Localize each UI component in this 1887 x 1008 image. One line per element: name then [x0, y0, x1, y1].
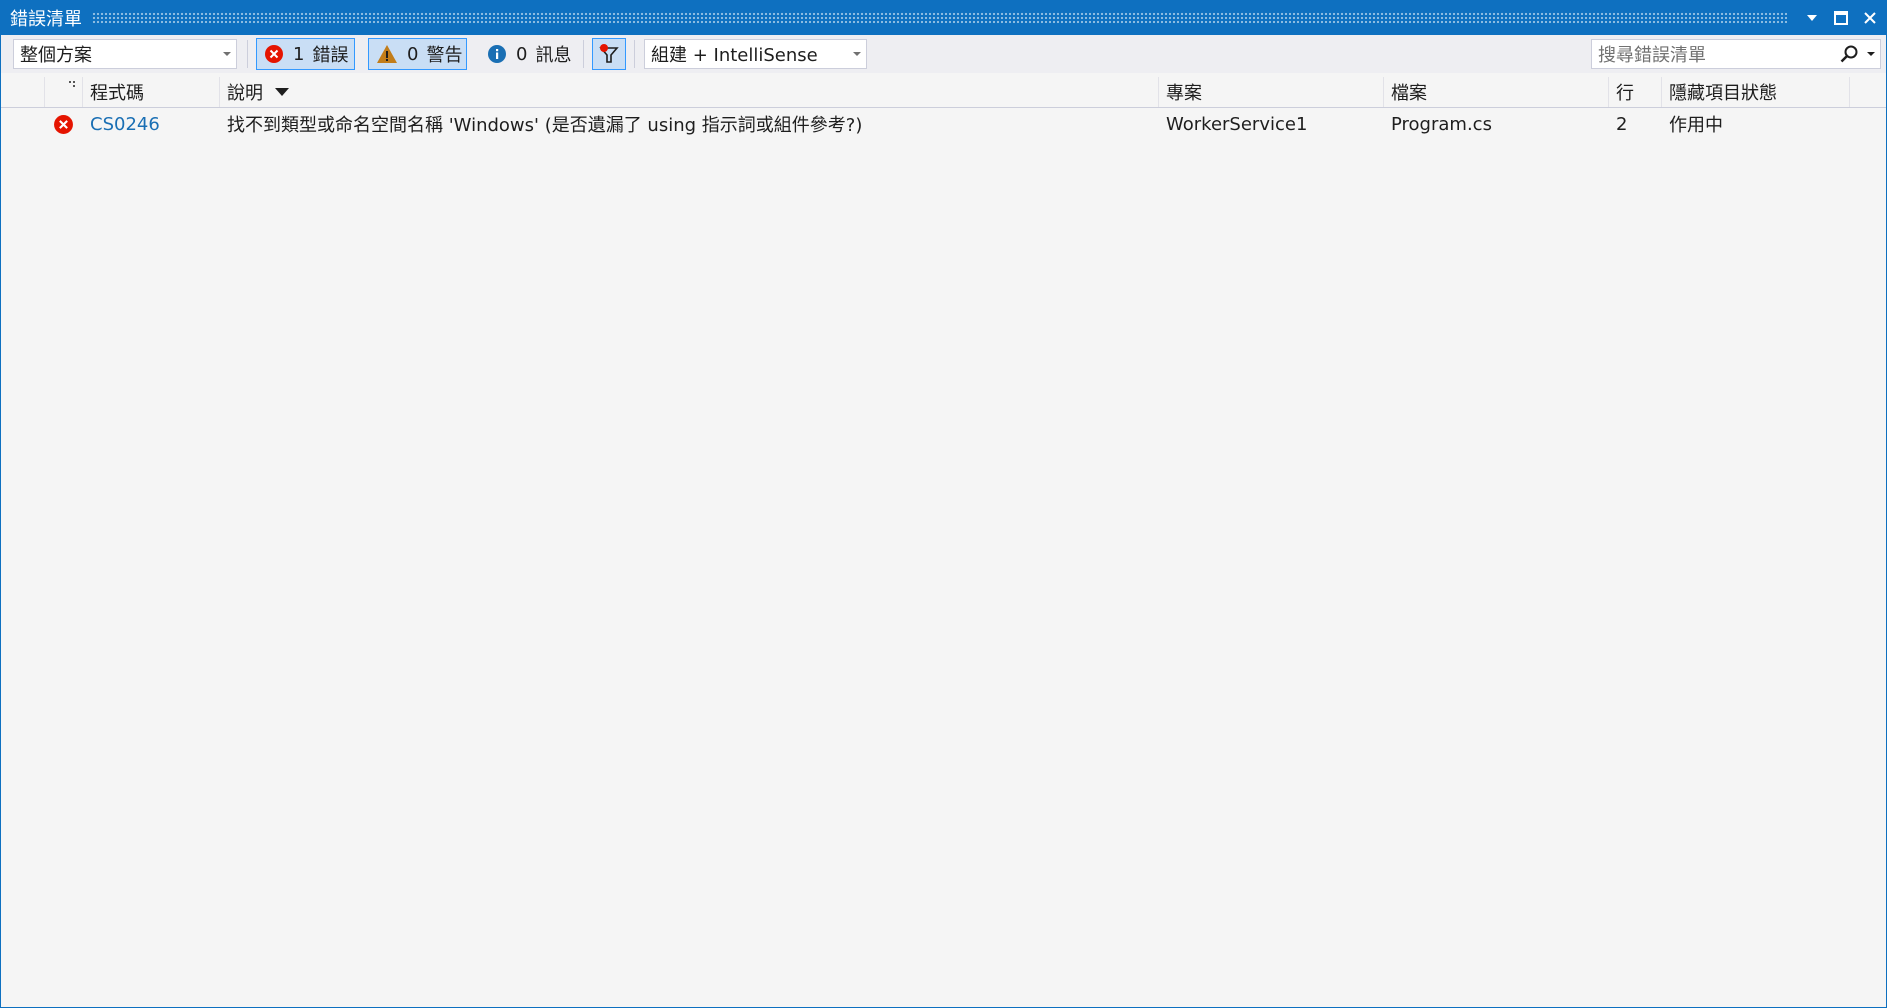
- scope-combobox[interactable]: 整個方案: [13, 39, 237, 69]
- messages-filter-button[interactable]: 0 訊息: [479, 38, 575, 70]
- close-icon: [1864, 12, 1876, 24]
- error-description: 找不到類型或命名空間名稱 'Windows' (是否遺漏了 using 指示詞或…: [227, 115, 863, 136]
- toolbar-separator: [247, 40, 248, 68]
- column-header-severity[interactable]: [45, 77, 83, 107]
- search-input[interactable]: 搜尋錯誤清單: [1592, 41, 1836, 67]
- maximize-button[interactable]: [1828, 5, 1854, 31]
- error-file: Program.cs: [1391, 113, 1492, 135]
- warnings-label: 警告: [426, 45, 463, 66]
- errors-label: 錯誤: [312, 45, 349, 66]
- source-combobox[interactable]: 組建 + IntelliSense: [644, 39, 867, 69]
- column-header-project[interactable]: 專案: [1159, 77, 1384, 107]
- column-header-description-label: 說明: [227, 83, 263, 104]
- warning-icon: [376, 44, 398, 64]
- filter-button[interactable]: [592, 38, 626, 70]
- chevron-down-icon: [848, 51, 866, 57]
- toolbar-separator: [583, 40, 584, 68]
- warnings-filter-button[interactable]: 0 警告: [368, 38, 467, 70]
- error-project: WorkerService1: [1166, 113, 1308, 135]
- chevron-down-icon: [1807, 15, 1817, 21]
- toolbar: 整個方案 1 錯誤 0 警告 0 訊息 組建 + IntelliSense 搜尋…: [1, 35, 1886, 73]
- search-box[interactable]: 搜尋錯誤清單: [1591, 39, 1881, 69]
- column-header-suppression-label: 隱藏項目狀態: [1669, 83, 1777, 104]
- filter-icon: [599, 44, 619, 63]
- chevron-down-icon: [218, 51, 236, 57]
- window-position-dropdown[interactable]: [1799, 5, 1825, 31]
- search-options-dropdown[interactable]: [1862, 51, 1880, 57]
- table-header: 程式碼 說明 專案 檔案 行 隱藏項目狀態: [1, 77, 1886, 108]
- chevron-down-icon: [1867, 52, 1875, 56]
- errors-count: 1: [293, 43, 305, 65]
- column-header-file[interactable]: 檔案: [1384, 77, 1609, 107]
- error-code-link[interactable]: CS0246: [83, 109, 220, 139]
- search-icon[interactable]: [1836, 44, 1862, 64]
- maximize-icon: [1834, 11, 1848, 25]
- error-icon: [51, 109, 83, 139]
- error-line: 2: [1616, 113, 1628, 135]
- column-header-code[interactable]: 程式碼: [83, 77, 220, 107]
- error-list-window: 錯誤清單 整個方案 1 錯誤 0 警告 0 訊息 組建 + IntelliSen…: [0, 0, 1887, 1008]
- column-chooser-icon: [69, 81, 75, 87]
- drag-grip[interactable]: [92, 12, 1787, 24]
- messages-count: 0: [516, 43, 528, 65]
- source-value: 組建 + IntelliSense: [651, 45, 818, 66]
- column-header-suppression[interactable]: 隱藏項目狀態: [1662, 77, 1850, 107]
- column-header-row-indicator[interactable]: [1, 77, 45, 107]
- close-button[interactable]: [1857, 5, 1883, 31]
- warnings-count: 0: [407, 43, 419, 65]
- table-row[interactable]: CS0246 找不到類型或命名空間名稱 'Windows' (是否遺漏了 usi…: [1, 109, 1886, 139]
- toolbar-separator: [634, 40, 635, 68]
- column-header-code-label: 程式碼: [90, 83, 144, 104]
- messages-label: 訊息: [535, 45, 572, 66]
- title-bar[interactable]: 錯誤清單: [1, 1, 1886, 35]
- info-icon: [487, 44, 507, 64]
- column-header-line[interactable]: 行: [1609, 77, 1662, 107]
- error-icon: [264, 44, 284, 64]
- column-header-line-label: 行: [1616, 83, 1634, 104]
- column-header-description[interactable]: 說明: [220, 77, 1159, 107]
- window-title: 錯誤清單: [10, 9, 82, 30]
- column-header-file-label: 檔案: [1391, 83, 1427, 104]
- column-header-project-label: 專案: [1166, 83, 1202, 104]
- error-suppression-state: 作用中: [1669, 115, 1723, 136]
- scope-value: 整個方案: [20, 45, 92, 66]
- sort-descending-icon: [275, 88, 289, 96]
- errors-filter-button[interactable]: 1 錯誤: [256, 38, 355, 70]
- column-header-filler: [1850, 77, 1886, 107]
